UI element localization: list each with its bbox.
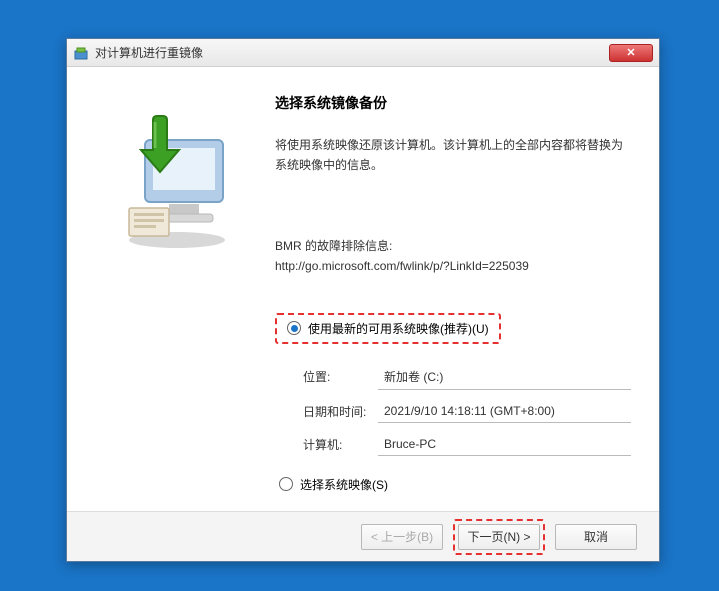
highlight-next: 下一页(N) >: [453, 519, 545, 555]
content-area: 选择系统镜像备份 将使用系统映像还原该计算机。该计算机上的全部内容都将替换为系统…: [67, 67, 659, 511]
datetime-label: 日期和时间:: [303, 403, 378, 420]
next-button[interactable]: 下一页(N) >: [458, 524, 540, 550]
close-button[interactable]: ✕: [609, 44, 653, 62]
page-heading: 选择系统镜像备份: [275, 93, 631, 113]
highlight-recommended: 使用最新的可用系统映像(推荐)(U): [275, 313, 501, 344]
troubleshoot-info: BMR 的故障排除信息: http://go.microsoft.com/fwl…: [275, 236, 631, 277]
radio-select-image-label: 选择系统映像(S): [300, 476, 388, 493]
computer-label: 计算机:: [303, 436, 378, 453]
field-computer: 计算机: Bruce-PC: [303, 433, 631, 456]
datetime-value: 2021/9/10 14:18:11 (GMT+8:00): [378, 400, 631, 423]
right-pane: 选择系统镜像备份 将使用系统映像还原该计算机。该计算机上的全部内容都将替换为系统…: [267, 87, 631, 501]
dialog-window: 对计算机进行重镜像 ✕ 选择系统镜像备份 将使用系统映像还原该计算机。该计算机上…: [66, 38, 660, 562]
wizard-image-icon: [107, 112, 247, 252]
app-icon: [73, 45, 89, 61]
radio-icon: [287, 321, 301, 335]
radio-select-image[interactable]: 选择系统映像(S): [279, 476, 631, 493]
cancel-button[interactable]: 取消: [555, 524, 637, 550]
troubleshoot-label: BMR 的故障排除信息:: [275, 236, 631, 256]
location-value: 新加卷 (C:): [378, 364, 631, 390]
description-text: 将使用系统映像还原该计算机。该计算机上的全部内容都将替换为系统映像中的信息。: [275, 135, 631, 176]
image-details: 位置: 新加卷 (C:) 日期和时间: 2021/9/10 14:18:11 (…: [303, 364, 631, 456]
radio-use-latest[interactable]: 使用最新的可用系统映像(推荐)(U): [287, 320, 489, 337]
window-title: 对计算机进行重镜像: [95, 44, 609, 61]
troubleshoot-link: http://go.microsoft.com/fwlink/p/?LinkId…: [275, 256, 631, 276]
titlebar: 对计算机进行重镜像 ✕: [67, 39, 659, 67]
left-pane: [87, 87, 267, 501]
radio-use-latest-label: 使用最新的可用系统映像(推荐)(U): [308, 320, 489, 337]
computer-value: Bruce-PC: [378, 433, 631, 456]
location-label: 位置:: [303, 368, 378, 385]
back-button[interactable]: < 上一步(B): [361, 524, 443, 550]
field-location: 位置: 新加卷 (C:): [303, 364, 631, 390]
field-datetime: 日期和时间: 2021/9/10 14:18:11 (GMT+8:00): [303, 400, 631, 423]
button-bar: < 上一步(B) 下一页(N) > 取消: [67, 511, 659, 561]
radio-icon: [279, 477, 293, 491]
